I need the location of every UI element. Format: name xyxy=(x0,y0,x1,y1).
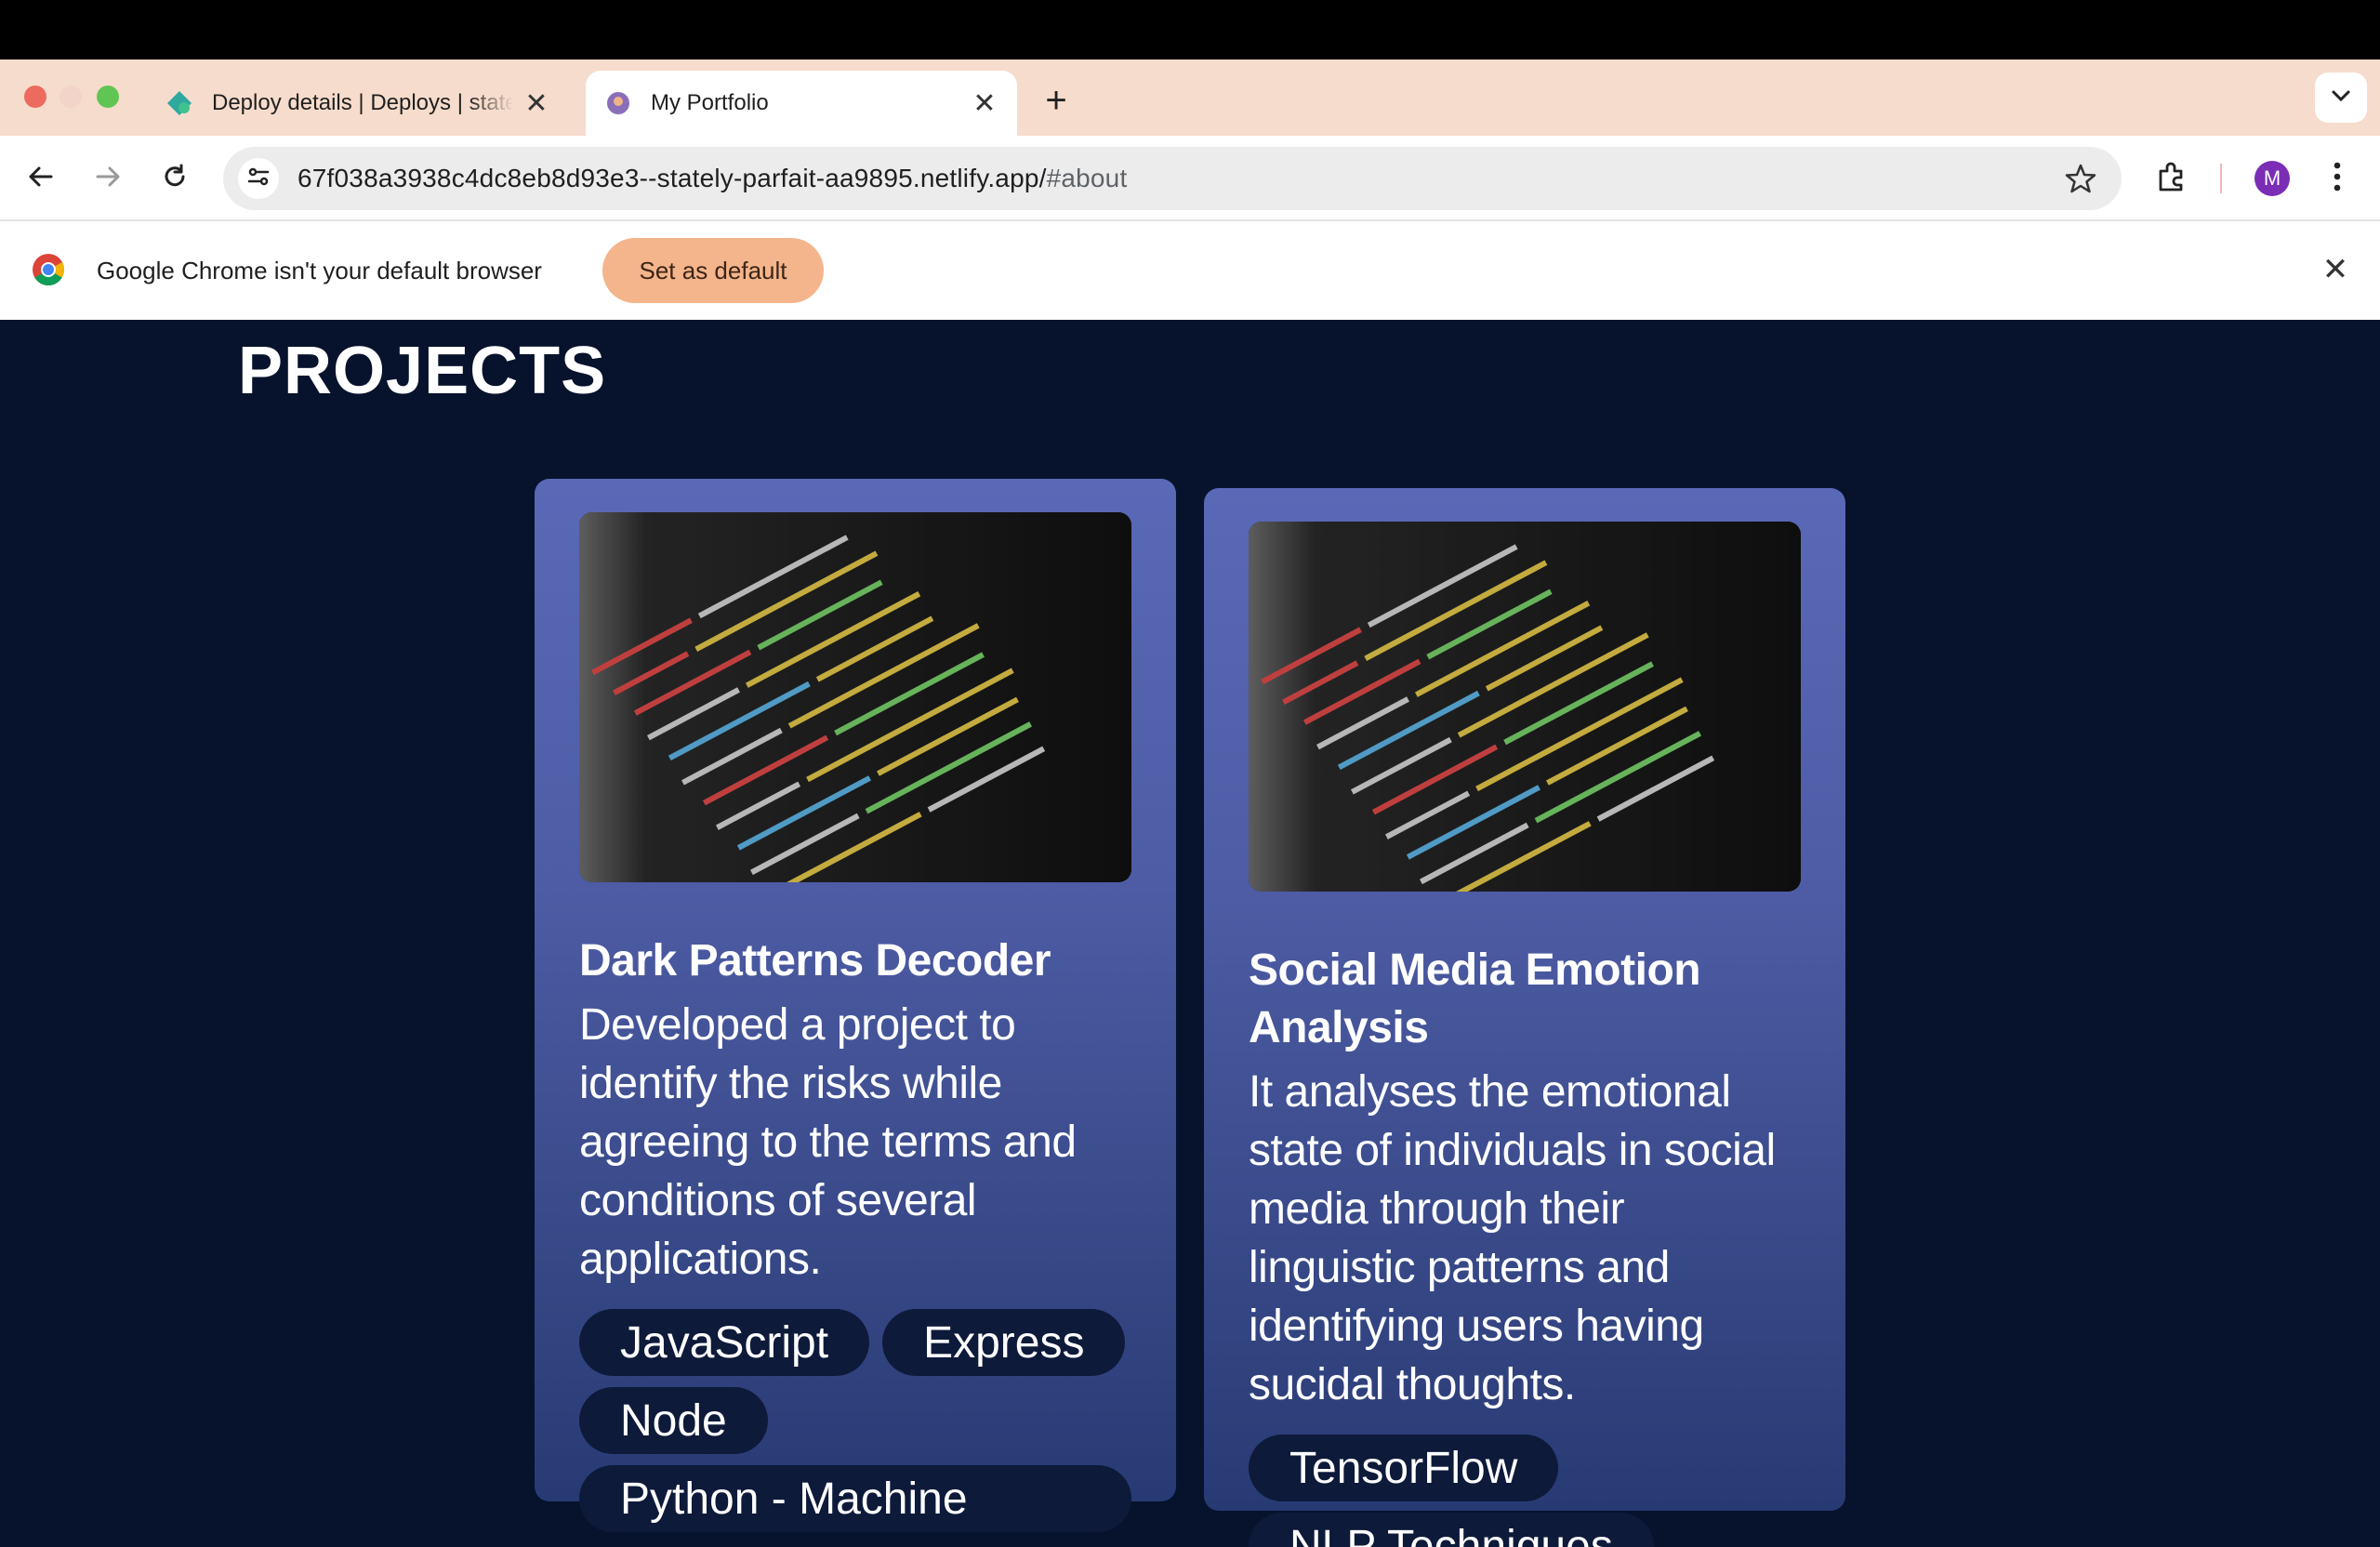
tech-tag: TensorFlow xyxy=(1249,1435,1559,1501)
project-description: It analyses the emotional state of indiv… xyxy=(1249,1067,1776,1409)
close-tab-icon[interactable]: ✕ xyxy=(522,88,550,119)
browser-toolbar: 67f038a3938c4dc8eb8d93e3--stately-parfai… xyxy=(0,136,2380,221)
chevron-down-icon xyxy=(2331,89,2351,107)
site-info-icon xyxy=(245,164,271,194)
address-bar[interactable]: 67f038a3938c4dc8eb8d93e3--stately-parfai… xyxy=(223,147,2122,210)
page-title: PROJECTS xyxy=(238,334,607,408)
tag-list: JavaScript Express Node Python - Machine xyxy=(579,1309,1131,1532)
default-browser-infobar: Google Chrome isn't your default browser… xyxy=(0,221,2380,320)
netlify-favicon-icon xyxy=(165,89,193,117)
project-description: Developed a project to identify the risk… xyxy=(579,1000,1077,1284)
extensions-button[interactable] xyxy=(2149,156,2194,201)
forward-button[interactable] xyxy=(86,156,130,201)
site-info-button[interactable] xyxy=(238,158,279,199)
tech-tag: Node xyxy=(579,1387,768,1454)
project-card: Social Media Emotion Analysis It analyse… xyxy=(1204,488,1845,1547)
reload-button[interactable] xyxy=(152,156,197,201)
tech-tag: Python - Machine xyxy=(579,1465,1131,1532)
toolbar-separator xyxy=(2220,164,2222,193)
tech-tag: Express xyxy=(882,1309,1126,1376)
chrome-menu-button[interactable] xyxy=(2315,156,2360,201)
tab-title: Deploy details | Deploys | stately-parfa… xyxy=(212,90,513,115)
project-image xyxy=(579,512,1131,882)
url-text[interactable]: 67f038a3938c4dc8eb8d93e3--stately-parfai… xyxy=(298,164,1127,193)
window-close-button[interactable] xyxy=(24,86,46,108)
close-icon[interactable]: ✕ xyxy=(2319,252,2352,287)
tech-tag: JavaScript xyxy=(579,1309,870,1376)
tab-search-button[interactable] xyxy=(2315,73,2367,123)
tab-my-portfolio[interactable]: My Portfolio ✕ xyxy=(586,71,1017,136)
reload-icon xyxy=(161,163,189,195)
screen-top-bar xyxy=(0,0,2380,60)
new-tab-button[interactable]: + xyxy=(1039,80,1073,121)
set-as-default-button[interactable]: Set as default xyxy=(602,238,824,303)
window-minimize-button[interactable] xyxy=(60,86,82,108)
tab-strip: Deploy details | Deploys | stately-parfa… xyxy=(0,60,2380,136)
back-button[interactable] xyxy=(19,156,63,201)
bookmark-star-button[interactable] xyxy=(2064,162,2097,195)
portfolio-favicon-icon xyxy=(604,89,632,117)
back-icon xyxy=(27,163,55,195)
project-image xyxy=(1249,522,1801,892)
extensions-icon xyxy=(2155,160,2188,198)
tag-list: TensorFlow NLP Techniques xyxy=(1249,1435,1801,1547)
project-title: Social Media Emotion Analysis xyxy=(1249,945,1701,1052)
tab-title: My Portfolio xyxy=(651,90,769,115)
portfolio-page: PROJECTS Dark Patterns Decoder Developed… xyxy=(0,320,2380,1547)
tech-tag: NLP Techniques xyxy=(1249,1513,1654,1547)
infobar-message: Google Chrome isn't your default browser xyxy=(97,257,542,284)
avatar: M xyxy=(2254,161,2290,196)
kebab-menu-icon xyxy=(2333,161,2342,197)
url-main: 67f038a3938c4dc8eb8d93e3--stately-parfai… xyxy=(298,164,1047,192)
window-zoom-button[interactable] xyxy=(97,86,119,108)
profile-button[interactable]: M xyxy=(2250,156,2294,201)
forward-icon xyxy=(94,163,122,195)
project-title: Dark Patterns Decoder xyxy=(579,936,1051,985)
tab-deploy-details[interactable]: Deploy details | Deploys | stately-parfa… xyxy=(149,71,567,136)
close-tab-icon[interactable]: ✕ xyxy=(971,88,998,119)
chrome-logo-icon xyxy=(32,253,65,286)
url-fragment: #about xyxy=(1046,164,1128,192)
star-icon xyxy=(2064,164,2097,199)
project-card: Dark Patterns Decoder Developed a projec… xyxy=(535,479,1176,1532)
